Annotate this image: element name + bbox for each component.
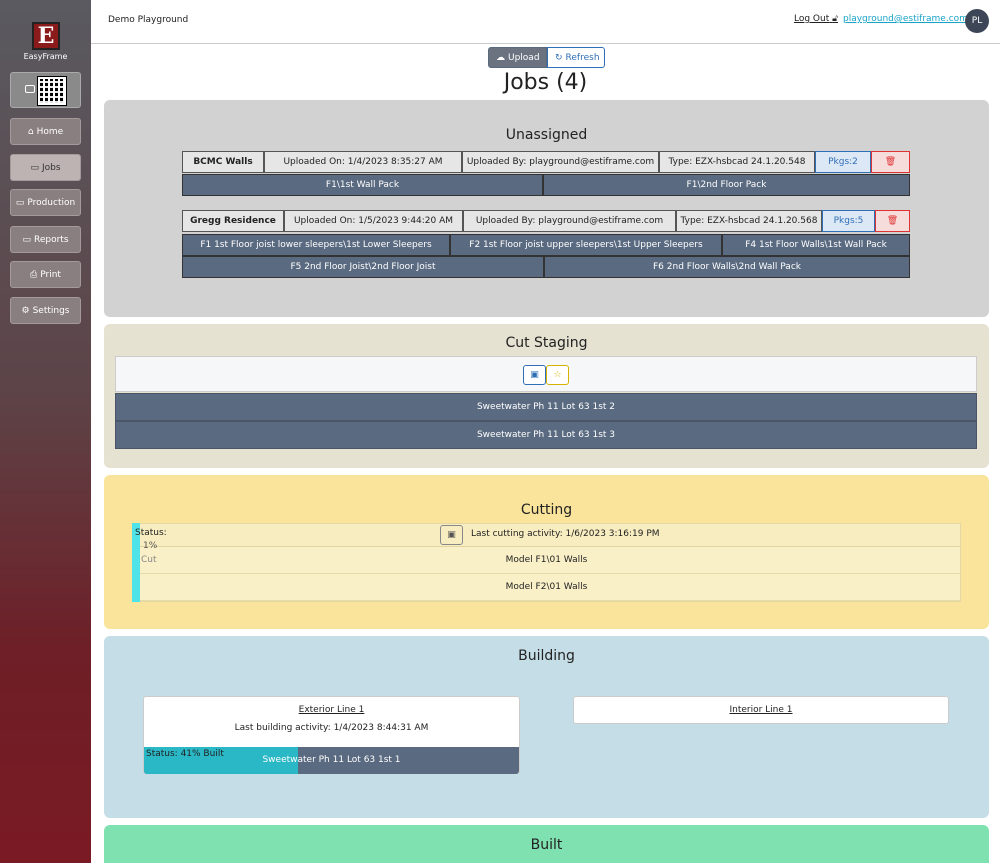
trash-icon: 🗑︎ — [886, 216, 899, 226]
job-uploaded-on: Uploaded On: 1/4/2023 8:35:27 AM — [264, 151, 462, 173]
cutting-row[interactable]: Model F1\01 Walls — [133, 547, 960, 574]
qr-code-icon — [37, 76, 67, 106]
package-row[interactable]: F2 1st Floor joist upper sleepers\1st Up… — [450, 234, 722, 256]
cutting-job-header: ▣ Last cutting activity: 1/6/2023 3:16:1… — [133, 524, 960, 547]
section-title: Built — [530, 837, 563, 853]
building-job-name: Sweetwater Ph 11 Lot 63 1st 1 — [262, 755, 401, 765]
qr-scan-button[interactable] — [10, 72, 81, 108]
monitor-icon: ▭ — [22, 234, 31, 245]
section-title: Building — [518, 648, 575, 664]
packages-count-button[interactable]: Pkgs:2 — [815, 151, 871, 173]
logo-name: EasyFrame — [23, 52, 68, 61]
refresh-icon: ↻ — [555, 52, 563, 63]
job-uploaded-by: Uploaded By: playground@estiframe.com — [463, 210, 676, 232]
upload-label: Upload — [508, 52, 540, 63]
job-uploaded-on: Uploaded On: 1/5/2023 9:44:20 AM — [284, 210, 463, 232]
interior-line-card: Interior Line 1 — [573, 696, 949, 724]
refresh-label: Refresh — [565, 52, 600, 63]
job-name[interactable]: Gregg Residence — [182, 210, 284, 232]
cutting-row[interactable]: Model F2\01 Walls — [133, 574, 960, 601]
job-name[interactable]: BCMC Walls — [182, 151, 264, 173]
package-row[interactable]: F6 2nd Floor Walls\2nd Wall Pack — [544, 256, 910, 278]
building-job-row[interactable]: Status: 41% Built Sweetwater Ph 11 Lot 6… — [144, 747, 519, 774]
cutting-cut-label: Cut — [141, 555, 157, 565]
staging-row[interactable]: Sweetwater Ph 11 Lot 63 1st 2 — [115, 393, 977, 421]
logout-link[interactable]: Log Out 🔓︎ — [794, 14, 838, 24]
package-row[interactable]: F5 2nd Floor Joist\2nd Floor Joist — [182, 256, 544, 278]
trash-icon: 🗑︎ — [884, 157, 897, 167]
sidebar-item-jobs[interactable]: ▭ Jobs — [10, 154, 81, 181]
package-row[interactable]: F1\1st Wall Pack — [182, 174, 543, 196]
job-toolbar: ☁ Upload ↻ Refresh — [488, 47, 605, 68]
cloud-upload-icon: ☁ — [496, 52, 505, 63]
gear-icon: ⚙ — [21, 305, 30, 316]
camera-icon — [25, 85, 35, 93]
job-type: Type: EZX-hsbcad 24.1.20.548 — [659, 151, 815, 173]
sidebar-item-settings[interactable]: ⚙ Settings — [10, 297, 81, 324]
last-cutting-activity: Last cutting activity: 1/6/2023 3:16:19 … — [471, 529, 660, 539]
house-icon: ⌂ — [27, 126, 34, 137]
cutting-section: Cutting ▣ Last cutting activity: 1/6/202… — [104, 475, 989, 629]
cutting-action-button[interactable]: ▣ — [440, 525, 463, 545]
logo-icon[interactable]: E — [32, 22, 60, 50]
briefcase-icon: ▣ — [530, 370, 539, 380]
cut-staging-section: Cut Staging ▣ ☆ Sweetwater Ph 11 Lot 63 … — [104, 324, 989, 468]
monitor-icon: ▭ — [15, 197, 25, 208]
lock-icon: 🔓︎ — [832, 14, 838, 24]
user-email-link[interactable]: playground@estiframe.com — [843, 14, 968, 24]
section-title: Cut Staging — [505, 335, 588, 351]
printer-icon: ⎙ — [30, 269, 38, 280]
last-building-activity: Last building activity: 1/4/2023 8:44:31… — [234, 723, 429, 733]
sidebar-item-production[interactable]: ▭ Production — [10, 189, 81, 216]
job-uploaded-by: Uploaded By: playground@estiframe.com — [462, 151, 659, 173]
delete-job-button[interactable]: 🗑︎ — [875, 210, 910, 232]
package-row[interactable]: F1\2nd Floor Pack — [543, 174, 910, 196]
section-title: Cutting — [520, 502, 573, 518]
job-type: Type: EZX-hsbcad 24.1.20.568 — [676, 210, 822, 232]
sidebar-item-label: Jobs — [41, 162, 61, 173]
packages-count-button[interactable]: Pkgs:5 — [822, 210, 875, 232]
line-name-link[interactable]: Exterior Line 1 — [144, 705, 519, 715]
favorite-button[interactable]: ☆ — [546, 365, 569, 385]
refresh-button[interactable]: ↻ Refresh — [547, 47, 605, 68]
exterior-line-card: Exterior Line 1 Last building activity: … — [143, 696, 520, 774]
line-name-link[interactable]: Interior Line 1 — [574, 705, 948, 715]
cutting-status-label: Status: — [135, 528, 167, 538]
building-section: Building Exterior Line 1 Last building a… — [104, 636, 989, 818]
sidebar-item-print[interactable]: ⎙ Print — [10, 261, 81, 288]
app-title: Demo Playground — [108, 15, 189, 25]
package-row[interactable]: F4 1st Floor Walls\1st Wall Pack — [722, 234, 910, 256]
logout-label: Log Out — [794, 14, 830, 24]
page-title: Jobs (4) — [503, 70, 588, 95]
sidebar-item-label: Reports — [33, 234, 69, 245]
staging-row[interactable]: Sweetwater Ph 11 Lot 63 1st 3 — [115, 421, 977, 449]
built-section: Built — [104, 825, 989, 863]
cutting-job: ▣ Last cutting activity: 1/6/2023 3:16:1… — [132, 523, 961, 602]
briefcase-icon: ▣ — [447, 530, 456, 540]
sidebar-item-label: Print — [40, 269, 61, 280]
top-header: Demo Playground Log Out 🔓︎ playground@es… — [91, 0, 1000, 44]
move-to-cutting-button[interactable]: ▣ — [523, 365, 546, 385]
sidebar: E EasyFrame ⌂ Home ▭ Jobs ▭ Production ▭… — [0, 0, 91, 863]
sidebar-item-label: Production — [27, 197, 76, 208]
delete-job-button[interactable]: 🗑︎ — [871, 151, 910, 173]
sidebar-item-home[interactable]: ⌂ Home — [10, 118, 81, 145]
star-icon: ☆ — [553, 370, 562, 380]
upload-button[interactable]: ☁ Upload — [488, 47, 547, 68]
avatar[interactable]: PL — [965, 9, 989, 33]
sidebar-item-label: Home — [36, 126, 64, 137]
package-row[interactable]: F1 1st Floor joist lower sleepers\1st Lo… — [182, 234, 450, 256]
unassigned-section: Unassigned BCMC Walls Uploaded On: 1/4/2… — [104, 100, 989, 317]
cutting-percent: 1% — [143, 541, 158, 551]
sidebar-item-label: Settings — [32, 305, 70, 316]
briefcase-icon: ▭ — [30, 162, 39, 173]
sidebar-item-reports[interactable]: ▭ Reports — [10, 226, 81, 253]
staging-actions: ▣ ☆ — [115, 356, 977, 392]
section-title: Unassigned — [505, 127, 588, 143]
